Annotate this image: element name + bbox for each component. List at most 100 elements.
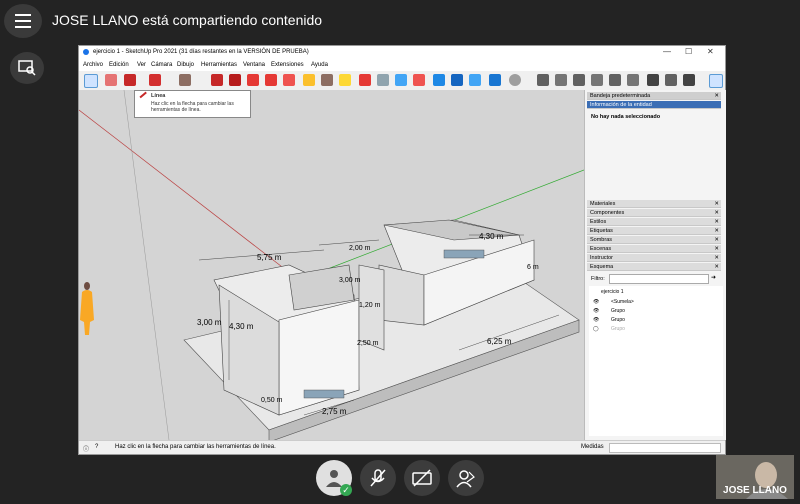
status-message: Haz clic en la flecha para cambiar las h…	[115, 444, 276, 450]
panel-sombras[interactable]: Sombras ✕	[587, 236, 721, 244]
left-view-icon[interactable]	[627, 74, 639, 86]
maximize-icon[interactable]: ☐	[685, 47, 692, 56]
minimize-icon[interactable]: —	[663, 47, 671, 56]
close-icon[interactable]: ✕	[707, 47, 714, 56]
measures-input[interactable]	[609, 443, 721, 453]
extension-warehouse-icon[interactable]	[451, 74, 463, 86]
iso-view-icon[interactable]	[537, 74, 549, 86]
outline-tree: ejercicio 1 👁 <Sumela> 👁 Grupo 👁 Grupo ◯…	[589, 286, 723, 436]
model-drawing	[79, 90, 584, 440]
panel-esquema[interactable]: Esquema ✕	[587, 263, 721, 271]
panel-etiquetas[interactable]: Etiquetas ✕	[587, 227, 721, 235]
participants-button[interactable]	[448, 460, 484, 496]
outline-item[interactable]: Grupo	[611, 317, 625, 323]
dimension-label: 1,20 m	[359, 302, 381, 309]
select-tool-icon[interactable]	[84, 74, 98, 88]
dimension-label: 4,30 m	[479, 232, 504, 241]
scale-tool-icon[interactable]	[283, 74, 295, 86]
eye-icon[interactable]: 👁	[593, 308, 599, 314]
menu-ventana[interactable]: Ventana	[243, 62, 265, 68]
eye-icon[interactable]: 👁	[593, 317, 599, 323]
menu-ver[interactable]: Ver	[137, 62, 146, 68]
camera-off-icon	[412, 469, 432, 487]
menu-line-icon	[15, 26, 31, 28]
menu-line-icon	[15, 14, 31, 16]
right-view-icon[interactable]	[591, 74, 603, 86]
filter-input[interactable]	[609, 274, 709, 284]
outline-root[interactable]: ejercicio 1	[601, 289, 624, 295]
outline-options-icon[interactable]: ➜	[711, 274, 716, 281]
text-tool-icon[interactable]	[321, 74, 333, 86]
menu-ayuda[interactable]: Ayuda	[311, 62, 328, 68]
move-tool-icon[interactable]	[247, 74, 259, 86]
xray-icon[interactable]	[647, 74, 659, 86]
close-icon: ✕	[714, 264, 719, 270]
3d-viewport[interactable]: 5,75 m 4,30 m 3,00 m 4,30 m 2,00 m 3,00 …	[79, 90, 584, 440]
dimension-label: 3,00 m	[197, 318, 222, 327]
window-title: ejercicio 1 - SketchUp Pro 2021 (31 días…	[93, 49, 309, 55]
shaded-icon[interactable]	[683, 74, 695, 86]
people-icon	[456, 470, 475, 488]
eraser-tool-icon[interactable]	[105, 74, 117, 86]
menu-edicion[interactable]: Edición	[109, 62, 129, 68]
pan-icon[interactable]	[377, 74, 389, 86]
hamburger-menu-button[interactable]	[4, 4, 42, 38]
participant-avatar-button[interactable]: ✓	[316, 460, 352, 496]
participant-name: JOSE LLANO	[723, 485, 787, 496]
menu-dibujo[interactable]: Dibujo	[177, 62, 194, 68]
status-bar: ⓘ ? Haz clic en la flecha para cambiar l…	[79, 440, 725, 454]
menu-herramientas[interactable]: Herramientas	[201, 62, 237, 68]
outline-item[interactable]: Grupo	[611, 308, 625, 314]
panel-instructor[interactable]: Instructor ✕	[587, 254, 721, 262]
shape-tool-icon[interactable]	[179, 74, 191, 86]
dimension-label: 3,00 m	[339, 277, 361, 284]
panel-materiales[interactable]: Materiales ✕	[587, 200, 721, 208]
front-view-icon[interactable]	[573, 74, 585, 86]
profile-icon[interactable]	[509, 74, 521, 86]
tape-measure-icon[interactable]	[303, 74, 315, 86]
select-tool-icon[interactable]	[709, 74, 723, 88]
dimension-label: 0,50 m	[261, 397, 283, 404]
pencil-icon	[139, 91, 147, 98]
eye-hidden-icon[interactable]: ◯	[593, 326, 599, 332]
camera-off-button[interactable]	[404, 460, 440, 496]
info-icon[interactable]: ⓘ	[83, 444, 89, 453]
tray-title: Bandeja predeterminada ✕	[587, 92, 721, 100]
menu-archivo[interactable]: Archivo	[83, 62, 103, 68]
close-icon: ✕	[714, 255, 719, 261]
outline-item[interactable]: Grupo	[611, 326, 625, 332]
follow-me-icon[interactable]	[229, 74, 241, 86]
filter-label: Filtro:	[591, 276, 605, 282]
help-icon[interactable]: ?	[95, 444, 98, 450]
entity-info-header[interactable]: Información de la entidad	[587, 101, 721, 109]
close-icon[interactable]: ✕	[714, 92, 719, 100]
wireframe-icon[interactable]	[665, 74, 677, 86]
screen-view-button[interactable]	[10, 52, 44, 84]
paint-bucket-icon[interactable]	[339, 74, 351, 86]
panel-componentes[interactable]: Componentes ✕	[587, 209, 721, 217]
outline-item[interactable]: <Sumela>	[611, 299, 634, 305]
participant-video-tile[interactable]: JOSE LLANO	[716, 455, 794, 499]
push-pull-icon[interactable]	[211, 74, 223, 86]
zoom-icon[interactable]	[395, 74, 407, 86]
menu-line-icon	[15, 20, 31, 22]
panel-escenas[interactable]: Escenas ✕	[587, 245, 721, 253]
orbit-icon[interactable]	[359, 74, 371, 86]
line-tool-icon[interactable]	[124, 74, 136, 86]
arc-tool-icon[interactable]	[149, 74, 161, 86]
dimension-label: 6,25 m	[487, 337, 512, 346]
top-view-icon[interactable]	[555, 74, 567, 86]
zoom-extents-icon[interactable]	[413, 74, 425, 86]
close-icon: ✕	[714, 210, 719, 216]
mute-microphone-button[interactable]	[360, 460, 396, 496]
meeting-title: JOSE LLANO está compartiendo contenido	[52, 12, 323, 28]
warehouse-icon[interactable]	[433, 74, 445, 86]
menu-camara[interactable]: Cámara	[151, 62, 172, 68]
eye-icon[interactable]: 👁	[593, 299, 599, 305]
back-view-icon[interactable]	[609, 74, 621, 86]
rotate-tool-icon[interactable]	[265, 74, 277, 86]
menu-extensiones[interactable]: Extensiones	[271, 62, 304, 68]
extension-manager-icon[interactable]	[489, 74, 501, 86]
panel-estilos[interactable]: Estilos ✕	[587, 218, 721, 226]
layout-icon[interactable]	[469, 74, 481, 86]
